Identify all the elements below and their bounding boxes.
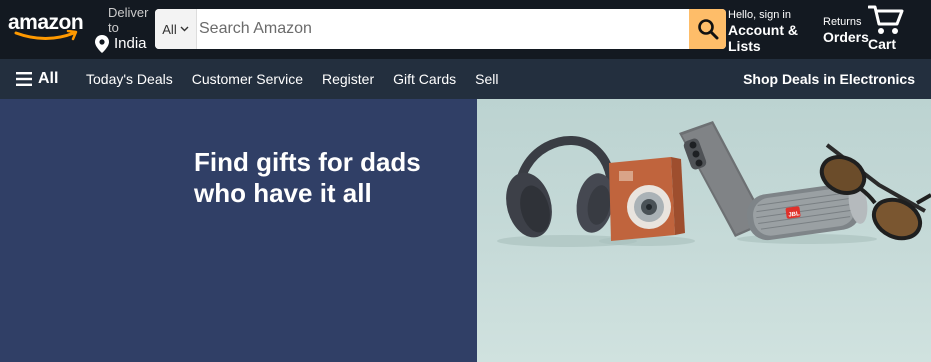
- hero-banner-image[interactable]: JBL: [477, 99, 931, 362]
- account-and-lists[interactable]: Hello, sign in Account & Lists: [728, 9, 818, 54]
- nav-link-sell[interactable]: Sell: [475, 71, 498, 87]
- top-header: amazon Deliver to India All Hello: [0, 0, 931, 59]
- search-category-label: All: [162, 21, 177, 37]
- hero-banner-text-panel[interactable]: Find gifts for dads who have it all: [0, 99, 477, 362]
- hero-headline: Find gifts for dads who have it all: [194, 147, 421, 208]
- cart-icon: [868, 5, 904, 34]
- all-menu-label: All: [38, 70, 59, 87]
- amazon-logo[interactable]: amazon: [8, 12, 88, 47]
- instant-camera-icon: [609, 157, 685, 241]
- menu-icon: [16, 72, 32, 86]
- cart-button[interactable]: Cart: [866, 4, 906, 54]
- nav-link-register[interactable]: Register: [322, 71, 374, 87]
- nav-links: Today's Deals Customer Service Register …: [86, 71, 499, 87]
- nav-promo-link[interactable]: Shop Deals in Electronics: [743, 71, 915, 87]
- nav-link-gift-cards[interactable]: Gift Cards: [393, 71, 456, 87]
- search-button[interactable]: [689, 9, 726, 49]
- returns-label: Returns: [823, 16, 862, 28]
- location-pin-icon: [95, 35, 109, 53]
- cart-label: Cart: [868, 36, 897, 52]
- account-greeting: Hello, sign in: [728, 9, 791, 21]
- deliver-country: India: [114, 35, 147, 52]
- all-menu-button[interactable]: All: [16, 70, 58, 88]
- hero-products-illustration: JBL: [497, 121, 931, 247]
- deliver-label: Deliver to: [108, 5, 149, 35]
- nav-bar: All Today's Deals Customer Service Regis…: [0, 59, 931, 99]
- deliver-to-location[interactable]: Deliver to India: [94, 5, 152, 55]
- returns-and-orders[interactable]: Returns Orders: [823, 16, 869, 46]
- headphones-icon: [506, 135, 616, 238]
- orders-label: Orders: [823, 29, 869, 45]
- nav-link-todays-deals[interactable]: Today's Deals: [86, 71, 173, 87]
- chevron-down-icon: [180, 26, 189, 32]
- logo-smile-icon: [14, 30, 78, 41]
- search-bar: All: [155, 9, 726, 49]
- account-label: Account & Lists: [728, 22, 798, 54]
- search-category-dropdown[interactable]: All: [155, 9, 197, 49]
- search-icon: [697, 19, 718, 40]
- search-input[interactable]: [197, 9, 689, 49]
- nav-link-customer-service[interactable]: Customer Service: [192, 71, 303, 87]
